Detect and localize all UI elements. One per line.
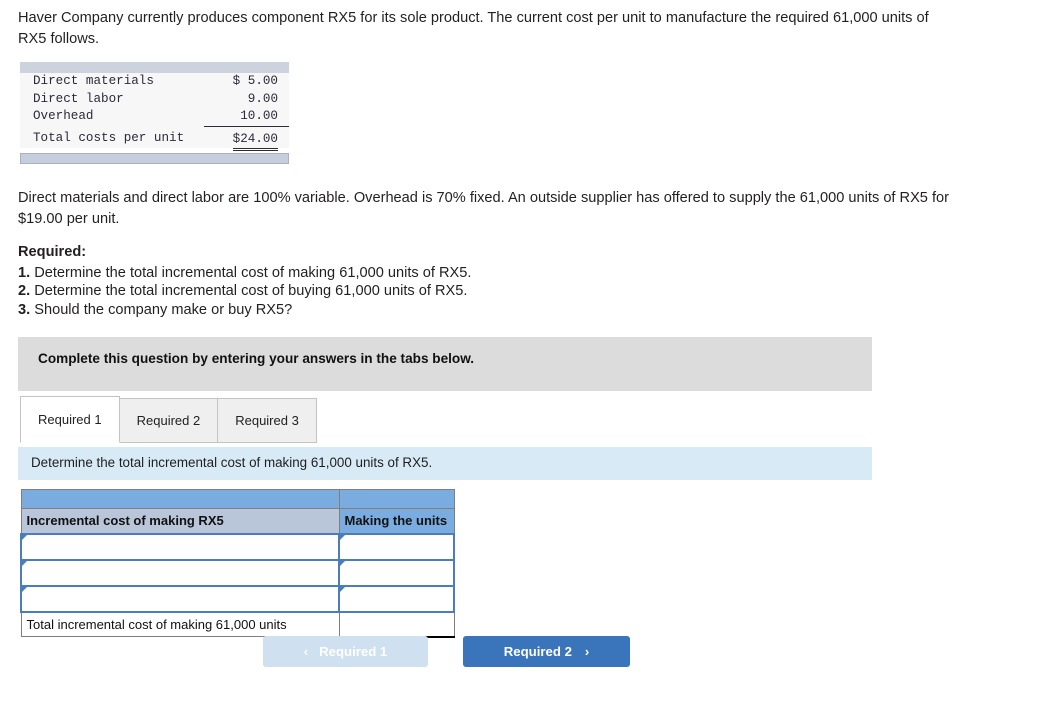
answer-table-header-left: Incremental cost of making RX5	[20, 508, 340, 534]
answer-total-label: Total incremental cost of making 61,000 …	[20, 611, 340, 637]
dropdown-marker-icon	[340, 586, 345, 592]
cost-table-header-bar	[20, 62, 289, 73]
required-item-3-number: 3.	[18, 301, 31, 318]
cost-row-amount: 9.00	[247, 91, 278, 106]
answer-input-right-3[interactable]	[338, 584, 455, 613]
requirement-tabs: Required 1 Required 2 Required 3	[20, 396, 317, 443]
table-row: Direct labor 9.00	[20, 91, 289, 109]
tab-required-3[interactable]: Required 3	[217, 398, 317, 443]
cost-row-label: Direct materials	[33, 74, 154, 88]
table-row	[20, 584, 455, 613]
required-heading: Required:	[18, 244, 87, 260]
answer-input-right-1[interactable]	[338, 532, 455, 561]
required-item-2-number: 2.	[18, 283, 31, 299]
required-item-3-text: Should the company make or buy RX5?	[30, 301, 293, 318]
cost-total-label: Total costs per unit	[33, 131, 185, 146]
answer-table-header-right: Making the units	[338, 508, 455, 534]
required-section: Required: 1. Determine the total increme…	[18, 243, 718, 319]
complete-question-banner-text: Complete this question by entering your …	[38, 351, 475, 366]
requirement-navigation: ‹ Required 1 Required 2 ›	[263, 636, 630, 667]
complete-question-banner: Complete this question by entering your …	[18, 337, 872, 391]
table-row-total: Total costs per unit $24.00	[20, 126, 289, 151]
tab-required-3-label: Required 3	[235, 413, 299, 428]
requirement-instruction-text: Determine the total incremental cost of …	[31, 455, 433, 470]
cost-table-horizontal-scrollbar[interactable]	[20, 153, 289, 164]
dropdown-marker-icon	[340, 560, 345, 566]
chevron-left-icon: ‹	[303, 644, 309, 659]
answer-table-top-row	[20, 489, 455, 509]
cost-total-amount-cell: $24.00	[204, 126, 289, 151]
answer-table-top-right-cell	[338, 489, 455, 509]
answer-entry-table: Incremental cost of making RX5 Making th…	[20, 489, 455, 638]
dropdown-marker-icon	[22, 534, 27, 540]
answer-table-header-row: Incremental cost of making RX5 Making th…	[20, 508, 455, 534]
required-item-2: 2. Determine the total incremental cost …	[18, 282, 718, 301]
prev-requirement-label: Required 1	[319, 644, 388, 659]
required-item-2-text: Determine the total incremental cost of …	[30, 283, 468, 299]
required-item-3: 3. Should the company make or buy RX5?	[18, 301, 718, 320]
table-row: Overhead 10.00	[20, 108, 289, 127]
variable-cost-paragraph: Direct materials and direct labor are 10…	[18, 190, 950, 227]
requirement-instruction-strip: Determine the total incremental cost of …	[18, 447, 872, 480]
dropdown-marker-icon	[340, 534, 345, 540]
answer-input-left-1[interactable]	[20, 532, 340, 561]
dropdown-marker-icon	[22, 586, 27, 592]
cost-row-label: Direct labor	[33, 91, 124, 106]
tab-required-2-label: Required 2	[136, 413, 201, 428]
table-row	[20, 558, 455, 587]
tab-required-1[interactable]: Required 1	[20, 396, 120, 443]
problem-intro-text: Haver Company currently produces compone…	[18, 10, 929, 47]
tab-required-1-label: Required 1	[38, 412, 102, 427]
cost-row-label: Overhead	[33, 109, 94, 124]
answer-input-left-2[interactable]	[20, 558, 340, 587]
cost-row-amount: 10.00	[204, 108, 289, 127]
cost-total-amount: $24.00	[232, 131, 279, 151]
cost-row-amount: $ 5.00	[232, 74, 278, 88]
answer-table-top-left-cell	[20, 489, 340, 509]
cost-per-unit-panel: Direct materials $ 5.00 Direct labor 9.0…	[20, 62, 289, 164]
answer-table-total-row: Total incremental cost of making 61,000 …	[20, 611, 455, 638]
table-row	[20, 532, 455, 561]
tab-required-2[interactable]: Required 2	[118, 398, 219, 443]
required-item-1: 1. Determine the total incremental cost …	[18, 264, 718, 283]
answer-input-left-3[interactable]	[20, 584, 340, 613]
next-requirement-button[interactable]: Required 2 ›	[463, 636, 630, 667]
answer-total-input[interactable]	[338, 611, 455, 638]
table-row: Direct materials $ 5.00	[20, 73, 289, 91]
answer-input-right-2[interactable]	[338, 558, 455, 587]
next-requirement-label: Required 2	[503, 644, 572, 659]
required-item-1-number: 1.	[18, 264, 31, 281]
chevron-right-icon: ›	[584, 644, 590, 659]
cost-per-unit-table: Direct materials $ 5.00 Direct labor 9.0…	[20, 73, 289, 151]
prev-requirement-button[interactable]: ‹ Required 1	[263, 636, 428, 667]
required-item-1-text: Determine the total incremental cost of …	[30, 264, 472, 281]
dropdown-marker-icon	[22, 560, 27, 566]
